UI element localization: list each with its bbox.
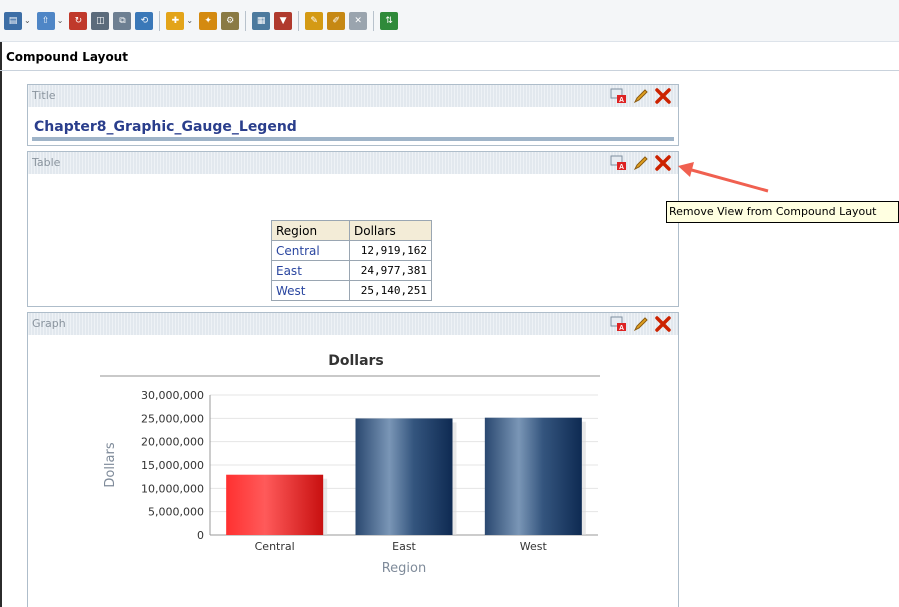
copy-icon[interactable]: ⧉ [113,11,132,30]
edit-icon[interactable]: ✎ [305,11,324,30]
panel-label: Title [32,89,56,102]
chevron-down-icon[interactable]: ⌄ [24,16,31,25]
left-scrollbar[interactable] [0,0,2,607]
bar-west [484,417,582,535]
data-table: Region Dollars Central 12,919,162 East 2… [271,220,432,301]
x-axis-title: Region [382,561,427,576]
layout-title: Compound Layout [6,50,128,64]
y-tick-label: 30,000,000 [141,389,204,402]
settings-icon[interactable]: ⚙ [221,11,240,30]
panel-tools: A [610,315,672,333]
panel-label: Table [32,156,61,169]
column-header[interactable]: Region [271,220,350,241]
toolbar: ▤ ⌄ ⇧ ⌄ ↻ ◫ ⧉ ⟲ ✚ ⌄ ✦ ⚙ ▦ ▼ ✎ ✐ ✕ ⇅ [0,0,899,42]
bar-central [226,474,324,535]
preview-icon[interactable]: ◫ [91,11,110,30]
format-container-icon[interactable]: A [610,315,628,333]
remove-view-icon[interactable] [654,315,672,333]
region-cell[interactable]: Central [271,240,350,261]
sort-icon[interactable]: ⇅ [380,11,399,30]
bar-chart: Dollars 0 5,000,000 10,000,000 15,000,000 20,… [100,353,600,576]
edit-view-icon[interactable] [632,154,650,172]
table-view-panel: Table A Region Dollars Central 12,919,16… [27,151,679,307]
remove-view-icon[interactable] [654,87,672,105]
title-view-panel: Title A Chapter8_Graphic_Gauge_Legend [27,84,679,146]
edit-view-icon[interactable] [632,315,650,333]
filter-icon[interactable]: ▼ [274,11,293,30]
table-icon[interactable]: ▦ [252,11,271,30]
bar-east [355,418,453,535]
column-header[interactable]: Dollars [349,220,432,241]
panel-header: Table A [28,152,678,174]
properties-icon[interactable]: ✦ [199,11,218,30]
dollars-cell: 25,140,251 [349,280,432,301]
region-cell[interactable]: West [271,280,350,301]
reload-icon[interactable]: ⟲ [135,11,154,30]
y-axis-title: Dollars [103,442,118,487]
x-tick-label: West [520,540,548,553]
y-tick-label: 25,000,000 [141,412,204,425]
svg-text:A: A [619,164,624,171]
table-row: West 25,140,251 [271,280,432,301]
remove-icon[interactable]: ✕ [349,11,368,30]
export-icon[interactable]: ⇧ [36,11,55,30]
title-view-text: Chapter8_Graphic_Gauge_Legend [34,119,297,135]
graph-view-panel: Graph A Dollars 0 5,000,000 10,000,000 1… [27,312,679,607]
dollars-cell: 24,977,381 [349,260,432,281]
edit-view-icon[interactable] [632,87,650,105]
print-icon[interactable]: ▤ [4,11,22,30]
panel-header: Graph A [28,313,678,335]
table-header-row: Region Dollars [271,220,432,241]
y-tick-label: 0 [197,529,204,542]
y-tick-label: 5,000,000 [148,506,204,519]
toolbar-divider [298,10,300,31]
svg-text:A: A [619,97,624,104]
panel-header: Title A [28,85,678,107]
remove-view-icon[interactable] [654,154,672,172]
table-row: Central 12,919,162 [271,240,432,261]
table-row: East 24,977,381 [271,260,432,281]
refresh-icon[interactable]: ↻ [69,11,88,30]
edit-alt-icon[interactable]: ✐ [327,11,346,30]
layout-divider [0,70,899,71]
toolbar-divider [245,10,247,31]
y-tick-label: 20,000,000 [141,436,204,449]
new-view-icon[interactable]: ✚ [166,11,185,30]
toolbar-divider [159,10,161,31]
title-underline [32,137,674,141]
tooltip: Remove View from Compound Layout [666,201,899,223]
chevron-down-icon[interactable]: ⌄ [186,16,193,25]
region-cell[interactable]: East [271,260,350,281]
format-container-icon[interactable]: A [610,154,628,172]
toolbar-divider [373,10,375,31]
x-tick-label: Central [255,540,295,553]
panel-label: Graph [32,317,66,330]
x-tick-label: East [392,540,416,553]
svg-text:A: A [619,325,624,332]
y-tick-label: 15,000,000 [141,459,204,472]
format-container-icon[interactable]: A [610,87,628,105]
chevron-down-icon[interactable]: ⌄ [57,16,64,25]
y-tick-label: 10,000,000 [141,482,204,495]
chart-title: Dollars [328,353,384,369]
panel-tools: A [610,154,672,172]
dollars-cell: 12,919,162 [349,240,432,261]
panel-tools: A [610,87,672,105]
